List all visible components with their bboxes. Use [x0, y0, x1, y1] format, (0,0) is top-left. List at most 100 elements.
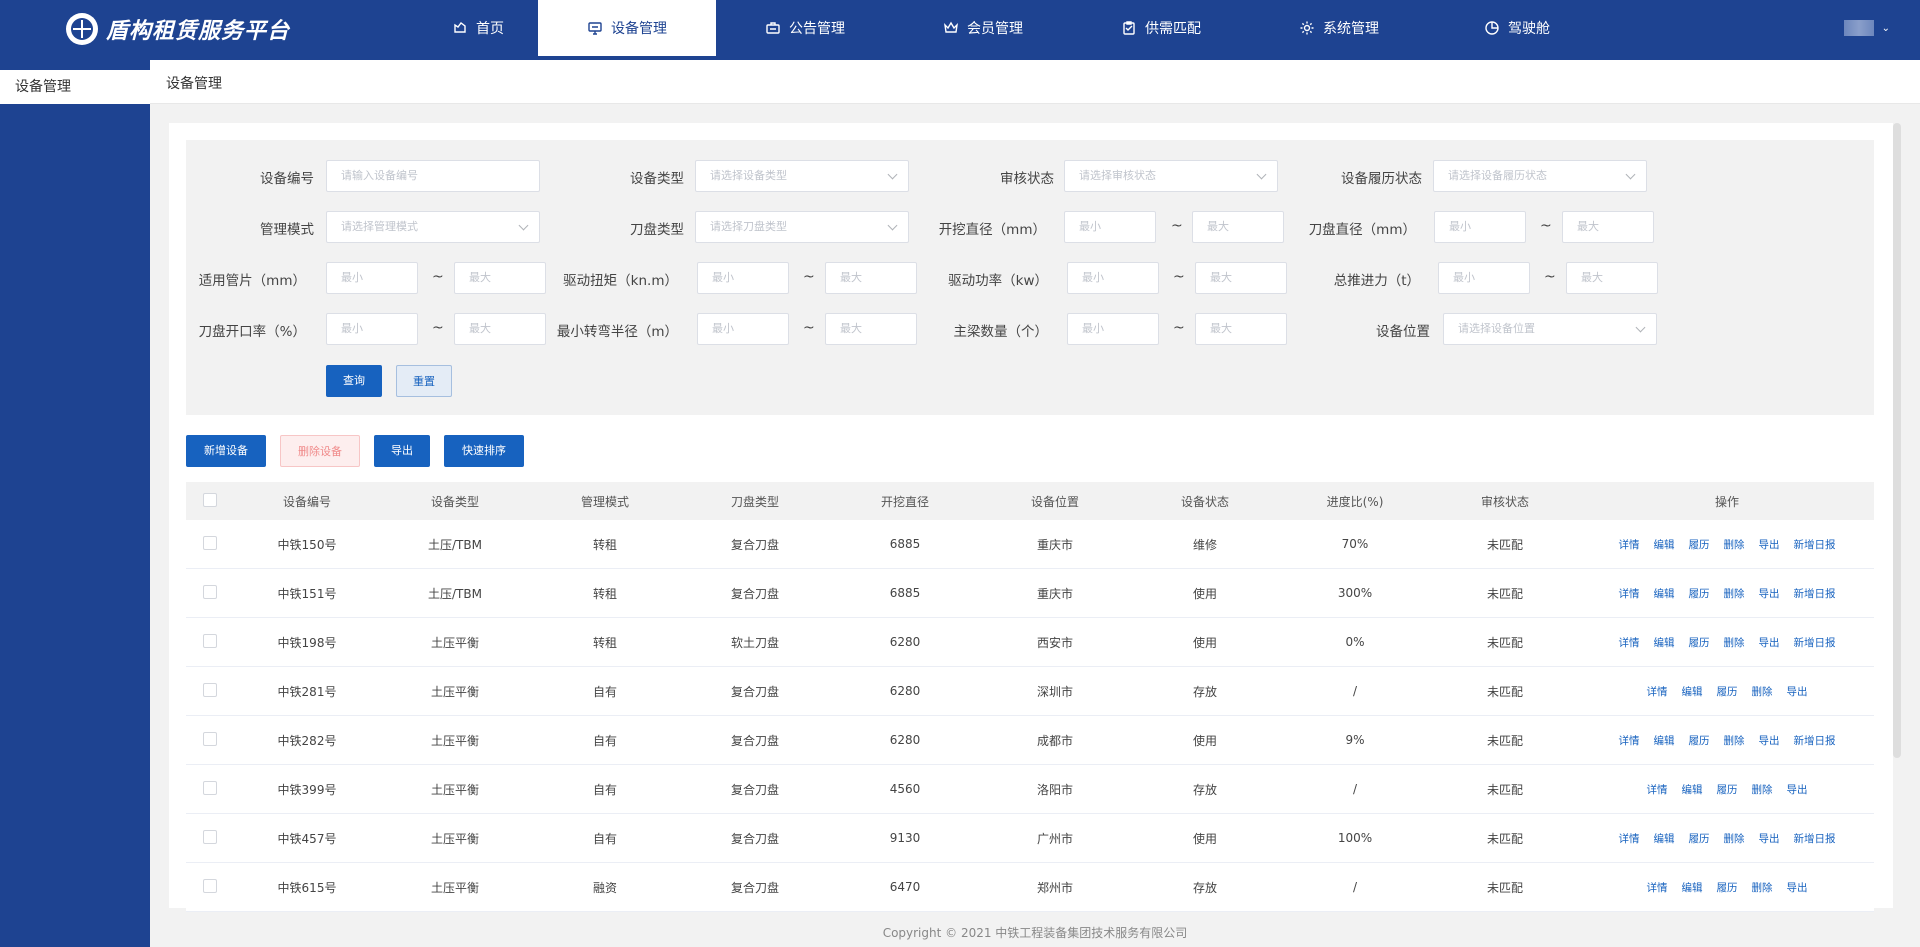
history-link[interactable]: 履历	[1717, 880, 1738, 895]
detail-link[interactable]: 详情	[1647, 880, 1668, 895]
sidebar-item-device-management[interactable]: 设备管理	[0, 70, 150, 104]
turn-radius-max-input[interactable]: 最大	[825, 313, 917, 345]
edit-link[interactable]: 编辑	[1654, 586, 1675, 601]
delete-device-button[interactable]: 删除设备	[280, 435, 360, 467]
delete-link[interactable]: 删除	[1752, 782, 1773, 797]
add-device-button[interactable]: 新增设备	[186, 435, 266, 467]
add-daily-report-link[interactable]: 新增日报	[1794, 831, 1836, 846]
export-link[interactable]: 导出	[1759, 635, 1780, 650]
export-link[interactable]: 导出	[1787, 782, 1808, 797]
edit-link[interactable]: 编辑	[1682, 880, 1703, 895]
detail-link[interactable]: 详情	[1619, 831, 1640, 846]
segment-max-input[interactable]: 最大	[454, 262, 546, 294]
nav-item-4[interactable]: 供需匹配	[1072, 0, 1250, 56]
export-link[interactable]: 导出	[1787, 684, 1808, 699]
cell-no: 中铁457号	[277, 831, 337, 846]
detail-link[interactable]: 详情	[1647, 684, 1668, 699]
edit-link[interactable]: 编辑	[1682, 684, 1703, 699]
edit-link[interactable]: 编辑	[1682, 782, 1703, 797]
history-status-select[interactable]: 请选择设备履历状态	[1433, 160, 1647, 192]
nav-item-2[interactable]: 公告管理	[716, 0, 894, 56]
detail-link[interactable]: 详情	[1619, 635, 1640, 650]
edit-link[interactable]: 编辑	[1654, 635, 1675, 650]
opening-rate-min-input[interactable]: 最小	[326, 313, 418, 345]
thrust-max-input[interactable]: 最大	[1566, 262, 1658, 294]
delete-link[interactable]: 删除	[1724, 586, 1745, 601]
app-logo[interactable]: 盾构租赁服务平台	[66, 12, 290, 46]
nav-item-0[interactable]: 首页	[418, 0, 538, 56]
excavation-dia-max-input[interactable]: 最大	[1192, 211, 1284, 243]
row-checkbox[interactable]	[203, 535, 217, 550]
row-checkbox[interactable]	[203, 829, 217, 844]
add-daily-report-link[interactable]: 新增日报	[1794, 537, 1836, 552]
torque-min-input[interactable]: 最小	[697, 262, 789, 294]
history-link[interactable]: 履历	[1689, 831, 1710, 846]
history-link[interactable]: 履历	[1689, 635, 1710, 650]
row-checkbox[interactable]	[203, 731, 217, 746]
clipboard-icon	[1121, 20, 1137, 36]
mgmt-mode-select[interactable]: 请选择管理模式	[326, 211, 540, 243]
nav-item-1[interactable]: 设备管理	[538, 0, 716, 56]
segment-min-input[interactable]: 最小	[326, 262, 418, 294]
history-link[interactable]: 履历	[1717, 684, 1738, 699]
delete-link[interactable]: 删除	[1752, 684, 1773, 699]
export-link[interactable]: 导出	[1759, 586, 1780, 601]
export-button[interactable]: 导出	[374, 435, 430, 467]
cutter-dia-min-input[interactable]: 最小	[1434, 211, 1526, 243]
export-link[interactable]: 导出	[1759, 537, 1780, 552]
edit-link[interactable]: 编辑	[1654, 733, 1675, 748]
row-checkbox[interactable]	[203, 780, 217, 795]
delete-link[interactable]: 删除	[1724, 635, 1745, 650]
location-select[interactable]: 请选择设备位置	[1443, 313, 1657, 345]
detail-link[interactable]: 详情	[1647, 782, 1668, 797]
add-daily-report-link[interactable]: 新增日报	[1794, 733, 1836, 748]
add-daily-report-link[interactable]: 新增日报	[1794, 635, 1836, 650]
row-checkbox[interactable]	[203, 584, 217, 599]
delete-link[interactable]: 删除	[1752, 880, 1773, 895]
export-link[interactable]: 导出	[1759, 831, 1780, 846]
audit-status-select[interactable]: 请选择审核状态	[1064, 160, 1278, 192]
nav-item-6[interactable]: 驾驶舱	[1428, 0, 1606, 56]
device-type-select[interactable]: 请选择设备类型	[695, 160, 909, 192]
delete-link[interactable]: 删除	[1724, 537, 1745, 552]
pie-chart-icon	[1484, 20, 1500, 36]
select-all-checkbox[interactable]	[203, 492, 217, 507]
delete-link[interactable]: 删除	[1724, 733, 1745, 748]
delete-link[interactable]: 删除	[1724, 831, 1745, 846]
row-checkbox[interactable]	[203, 633, 217, 648]
excavation-dia-min-input[interactable]: 最小	[1064, 211, 1156, 243]
thrust-min-input[interactable]: 最小	[1438, 262, 1530, 294]
beam-count-min-input[interactable]: 最小	[1067, 313, 1159, 345]
turn-radius-min-input[interactable]: 最小	[697, 313, 789, 345]
torque-max-input[interactable]: 最大	[825, 262, 917, 294]
row-checkbox[interactable]	[203, 682, 217, 697]
device-no-input[interactable]: 请输入设备编号	[326, 160, 540, 192]
edit-link[interactable]: 编辑	[1654, 831, 1675, 846]
export-link[interactable]: 导出	[1787, 880, 1808, 895]
nav-item-5[interactable]: 系统管理	[1250, 0, 1428, 56]
nav-item-3[interactable]: 会员管理	[894, 0, 1072, 56]
cutter-dia-max-input[interactable]: 最大	[1562, 211, 1654, 243]
history-link[interactable]: 履历	[1689, 586, 1710, 601]
history-link[interactable]: 履历	[1689, 537, 1710, 552]
power-max-input[interactable]: 最大	[1195, 262, 1287, 294]
history-link[interactable]: 履历	[1717, 782, 1738, 797]
vertical-scrollbar[interactable]	[1893, 123, 1901, 758]
detail-link[interactable]: 详情	[1619, 733, 1640, 748]
power-min-input[interactable]: 最小	[1067, 262, 1159, 294]
detail-link[interactable]: 详情	[1619, 586, 1640, 601]
add-daily-report-link[interactable]: 新增日报	[1794, 586, 1836, 601]
user-menu[interactable]: ⌄	[1843, 20, 1890, 36]
quick-sort-button[interactable]: 快速排序	[444, 435, 524, 467]
sidebar: 设备管理	[0, 60, 150, 947]
reset-button[interactable]: 重置	[396, 365, 452, 397]
row-checkbox[interactable]	[203, 878, 217, 893]
history-link[interactable]: 履历	[1689, 733, 1710, 748]
export-link[interactable]: 导出	[1759, 733, 1780, 748]
opening-rate-max-input[interactable]: 最大	[454, 313, 546, 345]
query-button[interactable]: 查询	[326, 365, 382, 397]
edit-link[interactable]: 编辑	[1654, 537, 1675, 552]
detail-link[interactable]: 详情	[1619, 537, 1640, 552]
cutter-type-select[interactable]: 请选择刀盘类型	[695, 211, 909, 243]
beam-count-max-input[interactable]: 最大	[1195, 313, 1287, 345]
